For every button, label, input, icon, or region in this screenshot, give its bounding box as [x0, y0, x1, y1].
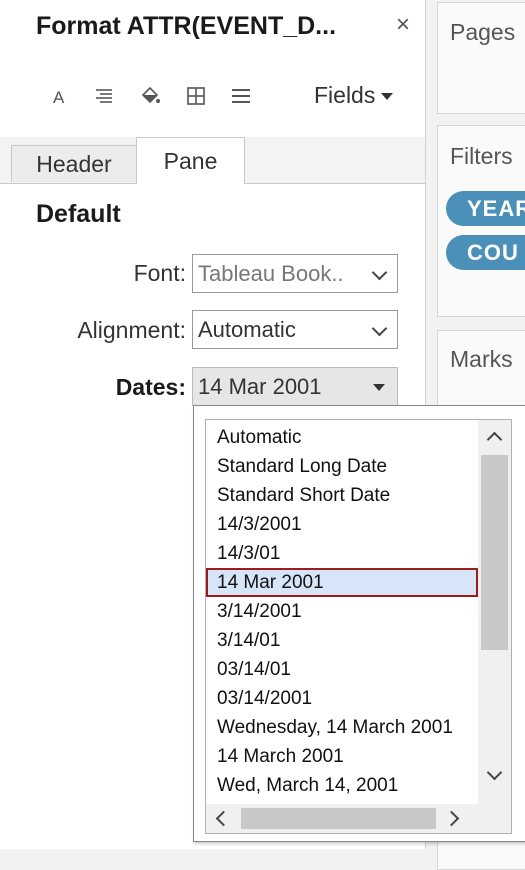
filter-pill-country[interactable]: COU — [446, 235, 525, 270]
close-icon[interactable]: × — [396, 12, 410, 38]
list-item[interactable]: 03/14/01 — [206, 655, 478, 684]
font-label: Font: — [133, 260, 186, 286]
pane-title: Format ATTR(EVENT_D... — [36, 12, 337, 40]
marks-shelf-label: Marks — [450, 346, 513, 372]
list-item[interactable]: 14/3/01 — [206, 539, 478, 568]
chevron-down-icon — [371, 320, 388, 337]
alignment-label: Alignment: — [77, 317, 186, 343]
tab-header[interactable]: Header — [11, 145, 137, 182]
tab-pane[interactable]: Pane — [136, 137, 245, 184]
alignment-value: Automatic — [198, 316, 296, 342]
dates-value: 14 Mar 2001 — [198, 373, 322, 399]
list-item[interactable]: 3/14/2001 — [206, 597, 478, 626]
pages-shelf-label: Pages — [450, 19, 516, 45]
list-item-selected[interactable]: 14 Mar 2001 — [206, 568, 478, 597]
list-item[interactable]: 03/14/2001 — [206, 684, 478, 713]
list-item[interactable]: Wednesday, 14 March 2001 — [206, 713, 486, 742]
caret-down-icon — [373, 384, 385, 391]
fields-menu[interactable]: Fields — [314, 82, 394, 109]
filter-pill-year[interactable]: YEAR — [446, 191, 525, 226]
scroll-down-icon[interactable] — [486, 764, 503, 781]
section-title: Default — [36, 200, 121, 228]
svg-text:A: A — [53, 88, 65, 106]
chevron-down-icon — [371, 264, 388, 281]
alignment-icon[interactable] — [91, 84, 117, 108]
lines-icon[interactable] — [228, 84, 254, 108]
list-item[interactable]: Standard Short Date — [206, 481, 478, 510]
shading-icon[interactable] — [137, 84, 163, 108]
horizontal-scroll-thumb[interactable] — [241, 808, 436, 829]
font-dropdown[interactable]: Tableau Book.. — [192, 254, 398, 293]
font-value: Tableau Book.. — [198, 260, 344, 286]
dates-dropdown[interactable]: 14 Mar 2001 — [192, 367, 398, 406]
vertical-scrollbar[interactable] — [478, 420, 511, 805]
alignment-dropdown[interactable]: Automatic — [192, 310, 398, 349]
list-item[interactable]: Wed, March 14, 2001 — [206, 771, 478, 800]
vertical-scroll-thumb[interactable] — [481, 455, 508, 650]
date-format-dropdown-list[interactable]: Automatic Standard Long Date Standard Sh… — [193, 405, 525, 842]
scroll-left-icon[interactable] — [215, 810, 232, 827]
list-item[interactable]: 14 March 2001 — [206, 742, 478, 771]
scroll-up-icon[interactable] — [486, 431, 503, 448]
date-format-listbox[interactable]: Automatic Standard Long Date Standard Sh… — [205, 419, 512, 834]
list-item[interactable]: 3/14/01 — [206, 626, 478, 655]
caret-down-icon — [381, 93, 394, 100]
dates-label: Dates: — [115, 374, 186, 400]
filters-shelf-label: Filters — [450, 143, 513, 169]
font-icon[interactable]: A — [46, 84, 72, 108]
scrollbar-corner — [478, 804, 511, 833]
list-item[interactable]: 14/3/2001 — [206, 510, 478, 539]
borders-icon[interactable] — [183, 84, 209, 108]
list-item[interactable]: Automatic — [206, 423, 478, 452]
horizontal-scrollbar[interactable] — [206, 804, 511, 833]
list-item[interactable]: Standard Long Date — [206, 452, 478, 481]
tab-row: Header Pane — [0, 137, 425, 184]
pages-shelf[interactable]: Pages — [437, 2, 525, 114]
fields-label: Fields — [314, 82, 376, 108]
scroll-right-icon[interactable] — [443, 810, 460, 827]
